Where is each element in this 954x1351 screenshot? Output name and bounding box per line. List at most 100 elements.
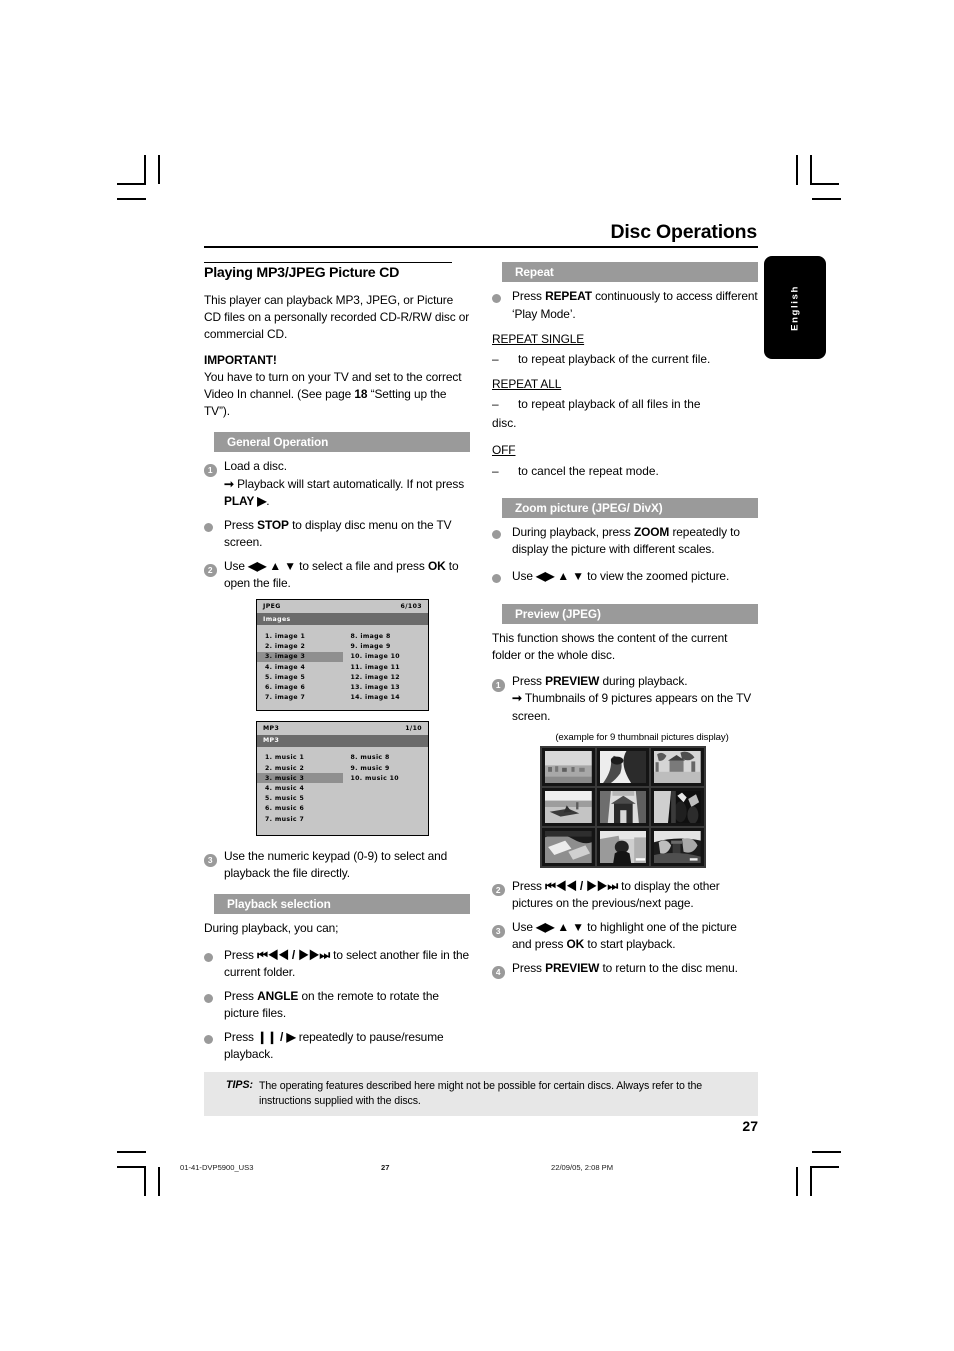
thumbnail-cell[interactable] [596, 787, 650, 826]
list-item[interactable]: 1. image 1 [257, 631, 343, 641]
language-tab-label: English [789, 284, 801, 331]
step-number-badge: 2 [492, 883, 505, 897]
thumbnail-cell[interactable] [596, 747, 650, 786]
list-item[interactable]: 5. music 5 [257, 794, 343, 804]
repeat-mode-desc-row: – to repeat playback of the current file. [492, 351, 758, 368]
thumbnail-cell[interactable] [542, 827, 595, 866]
navigation-keys-icon: ◀▶ ▲ ▼ [248, 559, 296, 574]
list-item[interactable]: 4. music 4 [257, 783, 343, 793]
bullet-dot-icon [204, 993, 213, 1003]
mp3-osd-header: MP3 1/10 [257, 722, 428, 735]
list-item[interactable]: 6. music 6 [257, 804, 343, 814]
list-item-selected[interactable]: 3. music 3 [257, 773, 343, 784]
list-item[interactable]: 2. music 2 [257, 763, 343, 773]
thumbnail-cell[interactable] [596, 827, 650, 866]
zm-b2-part1: Use [512, 569, 537, 584]
list-item: 3 Use the numeric keypad (0-9) to select… [204, 848, 470, 882]
list-item[interactable]: 10. image 10 [343, 652, 429, 662]
list-item[interactable]: 8. music 8 [343, 753, 429, 763]
bullet-marker [204, 947, 224, 967]
step-number-badge: 2 [204, 564, 217, 577]
step1-result-part2: . [266, 493, 270, 508]
list-item[interactable]: 10. music 10 [343, 773, 429, 783]
thumbnail-cell[interactable] [542, 747, 595, 786]
list-item[interactable]: 5. image 5 [257, 672, 343, 682]
list-item-selected[interactable]: 3. image 3 [257, 651, 343, 663]
step-number-badge: 3 [204, 854, 217, 867]
crop-mark-tr-v2 [810, 155, 812, 184]
jpeg-osd-counter: 6/103 [400, 603, 422, 611]
list-item[interactable]: 1. music 1 [257, 753, 343, 763]
header-rule [204, 246, 758, 249]
pv-s2-part1: Press [512, 878, 546, 893]
thumbnail-preview-screenshot [540, 745, 706, 868]
list-item[interactable]: 11. image 11 [343, 662, 429, 672]
list-item[interactable]: 12. image 12 [343, 672, 429, 682]
right-column: Repeat Press REPEAT continuously to acce… [492, 262, 758, 1070]
list-item[interactable]: 8. image 8 [343, 631, 429, 641]
zoom-key-label: ZOOM [633, 524, 670, 539]
step-text: Press PREVIEW during playback. ➞ Thumbna… [512, 673, 758, 724]
mp3-disc-menu-screenshot: MP3 1/10 MP3 1. music 1 2. music 2 3. mu… [256, 720, 429, 837]
list-item[interactable]: 7. music 7 [257, 814, 343, 824]
list-item: 1 Load a disc. ➞ Playback will start aut… [204, 458, 470, 509]
step-text: Use the numeric keypad (0-9) to select a… [224, 849, 448, 881]
jpeg-osd-column-1: 1. image 1 2. image 2 3. image 3 4. imag… [257, 631, 343, 702]
preview-jpeg-bar: Preview (JPEG) [492, 604, 758, 625]
prev-next-keys-icon: ⏮◀◀ / ▶▶⏭ [257, 947, 330, 962]
printer-slug-file: 01-41-DVP5900_US3 [180, 1163, 254, 1172]
thumbnail-cell[interactable] [651, 827, 704, 866]
angle-key-label: ANGLE [257, 988, 299, 1003]
list-item[interactable]: 6. image 6 [257, 682, 343, 692]
list-item[interactable]: 9. image 9 [343, 642, 429, 652]
step-marker: 3 [204, 848, 224, 868]
preview-key-label: PREVIEW [545, 961, 600, 976]
important-text: You have to turn on your TV and set to t… [204, 369, 470, 420]
arrow-icon: ➞ [512, 691, 522, 706]
left-column: Playing MP3/JPEG Picture CD This player … [204, 262, 470, 1070]
list-item: 3 Use ◀▶ ▲ ▼ to highlight one of the pic… [492, 919, 758, 953]
repeat-mode-desc-row: – to cancel the repeat mode. [492, 463, 758, 480]
pv-s3-part1: Use [512, 920, 537, 934]
thumbnail-cell[interactable] [651, 787, 704, 826]
preview-key-label: PREVIEW [545, 674, 600, 689]
list-item[interactable]: 14. image 14 [343, 693, 429, 703]
page-number: 27 [742, 1118, 758, 1134]
step-number-badge: 3 [492, 925, 505, 938]
list-item: Press STOP to display disc menu on the T… [204, 517, 470, 551]
list-item[interactable]: 13. image 13 [343, 682, 429, 692]
list-item[interactable]: 7. image 7 [257, 693, 343, 703]
repeat-mode-desc: to repeat playback of the current file. [518, 351, 711, 366]
repeat-mode-desc-tail: disc. [492, 416, 517, 431]
list-item: Press ❙❙ / ▶ repeatedly to pause/resume … [204, 1029, 470, 1063]
thumbnail-image [654, 830, 701, 863]
two-column-body: Playing MP3/JPEG Picture CD This player … [204, 262, 758, 1070]
list-item[interactable]: 2. image 2 [257, 642, 343, 652]
list-item[interactable]: 9. music 9 [343, 763, 429, 773]
language-tab: English [764, 256, 826, 359]
step-marker: 3 [492, 919, 512, 939]
thumbnail-cell[interactable] [542, 787, 595, 826]
list-item: Press REPEAT continuously to access diff… [492, 288, 758, 322]
bullet-dot-icon [204, 952, 213, 962]
pv-s1-part2: during playback. [599, 674, 688, 689]
jpeg-disc-menu-screenshot: JPEG 6/103 Images 1. image 1 2. image 2 … [256, 599, 429, 711]
pause-play-keys-icon: ❙❙ / ▶ [257, 1030, 296, 1045]
mp3-osd-column-2: 8. music 8 9. music 9 10. music 10 [343, 753, 429, 828]
zoom-picture-bar: Zoom picture (JPEG/ DivX) [492, 497, 758, 518]
jpeg-osd-column-2: 8. image 8 9. image 9 10. image 10 11. i… [343, 631, 429, 702]
thumbnail-cell[interactable] [651, 747, 704, 786]
crop-mark-tl-h2 [117, 198, 146, 200]
arrow-icon: ➞ [224, 476, 234, 491]
crop-mark-tl-h [117, 183, 146, 185]
list-item: 4 Press PREVIEW to return to the disc me… [492, 960, 758, 980]
tips-box: TIPS: The operating features described h… [204, 1072, 758, 1117]
bullet-text: Press STOP to display disc menu on the T… [224, 517, 470, 551]
jpeg-osd-header: JPEG 6/103 [257, 600, 428, 613]
crop-mark-tr-v [796, 155, 798, 185]
bullet-text: Press ⏮◀◀ / ▶▶⏭ to select another file i… [224, 947, 470, 981]
bullet-text: Press ❙❙ / ▶ repeatedly to pause/resume … [224, 1029, 470, 1063]
list-item[interactable]: 4. image 4 [257, 662, 343, 672]
zm-b2-part2: to view the zoomed picture. [583, 569, 730, 584]
